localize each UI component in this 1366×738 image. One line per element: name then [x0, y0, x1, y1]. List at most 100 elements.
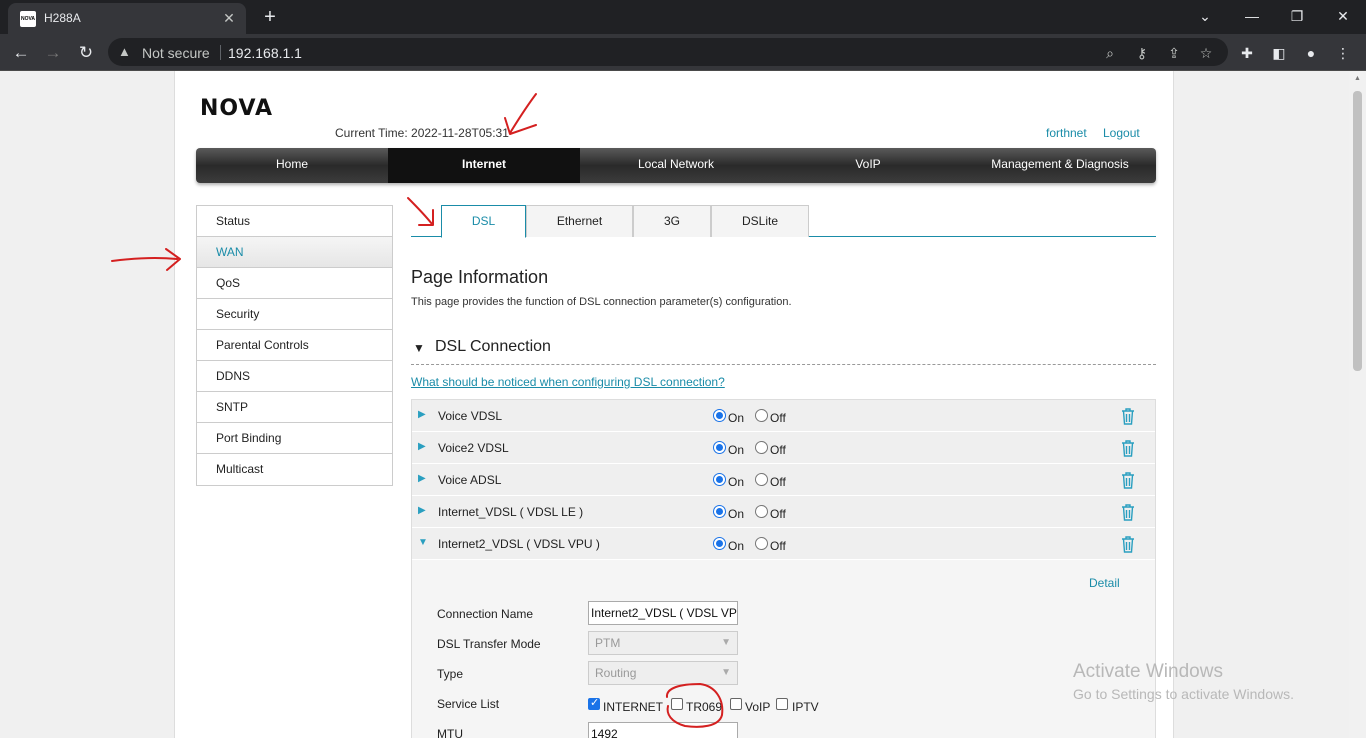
close-tab-icon[interactable]: ✕ — [220, 9, 238, 27]
zoom-search-icon[interactable]: ⌕ — [1100, 43, 1120, 63]
user-link[interactable]: forthnet — [1046, 126, 1087, 140]
sidebar-item-multicast[interactable]: Multicast — [197, 454, 392, 485]
tab-dslite[interactable]: DSLite — [711, 205, 809, 237]
back-button[interactable]: ← — [8, 40, 34, 66]
tab-ethernet[interactable]: Ethernet — [526, 205, 633, 237]
sidebar-item-security[interactable]: Security — [197, 299, 392, 330]
radio-on[interactable] — [713, 537, 726, 550]
trash-icon[interactable] — [1120, 503, 1136, 521]
address-bar[interactable]: ▲ Not secure 192.168.1.1 ⌕ ⚷ ⇪ ☆ — [108, 38, 1228, 66]
help-link[interactable]: What should be noticed when configuring … — [411, 375, 725, 389]
connection-name: Voice VDSL — [438, 409, 503, 423]
trash-icon[interactable] — [1120, 471, 1136, 489]
sidebar-item-wan[interactable]: WAN — [197, 237, 392, 268]
collapse-arrow-icon[interactable]: ▼ — [413, 341, 425, 355]
security-status[interactable]: Not secure — [142, 45, 210, 61]
trash-icon[interactable] — [1120, 439, 1136, 457]
chevron-down-icon: ▼ — [721, 637, 731, 648]
radio-on[interactable] — [713, 409, 726, 422]
reload-button[interactable]: ↻ — [73, 40, 99, 66]
radio-on[interactable] — [713, 441, 726, 454]
close-window-button[interactable]: ✕ — [1328, 4, 1358, 28]
scroll-up-icon[interactable]: ▲ — [1353, 75, 1362, 83]
detail-link[interactable]: Detail — [1089, 576, 1120, 590]
forward-button[interactable]: → — [40, 40, 66, 66]
menu-icon[interactable]: ⋮ — [1332, 42, 1354, 64]
mtu-input[interactable]: 1492 — [588, 722, 738, 738]
scroll-thumb[interactable] — [1353, 91, 1362, 371]
connection-row[interactable]: ▶ Voice VDSL On Off — [412, 400, 1155, 432]
type-select[interactable]: Routing ▼ — [588, 661, 738, 685]
radio-off[interactable] — [755, 409, 768, 422]
current-time: Current Time: 2022-11-28T05:31 — [335, 126, 509, 140]
connection-name: Internet_VDSL ( VDSL LE ) — [438, 505, 584, 519]
service-internet-checkbox[interactable] — [588, 696, 600, 710]
nova-logo: NOVA — [200, 96, 274, 121]
service-voip-checkbox[interactable] — [730, 698, 742, 710]
side-panel-icon[interactable]: ◧ — [1268, 42, 1290, 64]
radio-on[interactable] — [713, 473, 726, 486]
radio-on-label: On — [728, 411, 745, 425]
service-tr069-checkbox[interactable] — [671, 698, 683, 710]
share-icon[interactable]: ⇪ — [1164, 43, 1184, 63]
url-text[interactable]: 192.168.1.1 — [228, 45, 302, 61]
radio-off[interactable] — [755, 473, 768, 486]
radio-off[interactable] — [755, 537, 768, 550]
nav-home[interactable]: Home — [196, 148, 388, 183]
dsl-connection-header[interactable]: ▼ DSL Connection — [411, 335, 1156, 365]
warning-icon[interactable]: ▲ — [118, 44, 131, 59]
radio-off-label: Off — [770, 475, 786, 489]
collapse-arrow-icon[interactable]: ▼ — [418, 537, 428, 548]
profile-icon[interactable]: ● — [1300, 42, 1322, 64]
nav-voip[interactable]: VoIP — [772, 148, 964, 183]
mtu-label: MTU — [437, 727, 463, 738]
trash-icon[interactable] — [1120, 407, 1136, 425]
transfer-mode-select[interactable]: PTM ▼ — [588, 631, 738, 655]
minimize-button[interactable]: — — [1237, 4, 1267, 28]
connection-row[interactable]: ▶ Voice2 VDSL On Off — [412, 432, 1155, 464]
nav-management-diagnosis[interactable]: Management & Diagnosis — [964, 148, 1156, 183]
expand-arrow-icon[interactable]: ▶ — [418, 473, 426, 484]
sidebar-menu: Status WAN QoS Security Parental Control… — [196, 205, 393, 486]
connection-row-expanded[interactable]: ▼ Internet2_VDSL ( VDSL VPU ) On Off — [412, 528, 1155, 560]
logout-link[interactable]: Logout — [1103, 126, 1140, 140]
connection-name: Internet2_VDSL ( VDSL VPU ) — [438, 537, 600, 551]
key-icon[interactable]: ⚷ — [1132, 43, 1152, 63]
transfer-mode-label: DSL Transfer Mode — [437, 637, 541, 651]
transfer-mode-value: PTM — [595, 636, 621, 650]
sidebar-item-status[interactable]: Status — [197, 206, 392, 237]
sidebar-item-sntp[interactable]: SNTP — [197, 392, 392, 423]
trash-icon[interactable] — [1120, 535, 1136, 553]
connection-row[interactable]: ▶ Internet_VDSL ( VDSL LE ) On Off — [412, 496, 1155, 528]
expand-arrow-icon[interactable]: ▶ — [418, 441, 426, 452]
expand-arrow-icon[interactable]: ▶ — [418, 505, 426, 516]
connection-name: Voice ADSL — [438, 473, 502, 487]
connection-name-input[interactable]: Internet2_VDSL ( VDSL VPU ) — [588, 601, 738, 625]
radio-off[interactable] — [755, 441, 768, 454]
service-iptv-checkbox[interactable] — [776, 698, 788, 710]
page-viewport: NOVA Current Time: 2022-11-28T05:31 fort… — [0, 71, 1366, 738]
page-scrollbar[interactable]: ▲ — [1349, 71, 1366, 738]
activation-watermark-title: Activate Windows — [1073, 661, 1223, 682]
browser-tab[interactable]: NOVA H288A ✕ — [8, 3, 246, 34]
tab-search-icon[interactable]: ⌄ — [1190, 4, 1220, 28]
radio-off[interactable] — [755, 505, 768, 518]
type-label: Type — [437, 667, 464, 681]
tab-3g[interactable]: 3G — [633, 205, 711, 237]
connection-name-label: Connection Name — [437, 607, 534, 621]
restore-button[interactable]: ❐ — [1282, 4, 1312, 28]
sidebar-item-parental-controls[interactable]: Parental Controls — [197, 330, 392, 361]
service-list-label: Service List — [437, 697, 500, 711]
extensions-icon[interactable]: ✚ — [1236, 42, 1258, 64]
expand-arrow-icon[interactable]: ▶ — [418, 409, 426, 420]
radio-on[interactable] — [713, 505, 726, 518]
sidebar-item-port-binding[interactable]: Port Binding — [197, 423, 392, 454]
sidebar-item-ddns[interactable]: DDNS — [197, 361, 392, 392]
bookmark-star-icon[interactable]: ☆ — [1196, 43, 1216, 63]
nav-internet[interactable]: Internet — [388, 148, 580, 183]
nav-local-network[interactable]: Local Network — [580, 148, 772, 183]
sidebar-item-qos[interactable]: QoS — [197, 268, 392, 299]
connection-row[interactable]: ▶ Voice ADSL On Off — [412, 464, 1155, 496]
tab-dsl[interactable]: DSL — [441, 205, 526, 238]
new-tab-button[interactable]: + — [258, 5, 282, 29]
